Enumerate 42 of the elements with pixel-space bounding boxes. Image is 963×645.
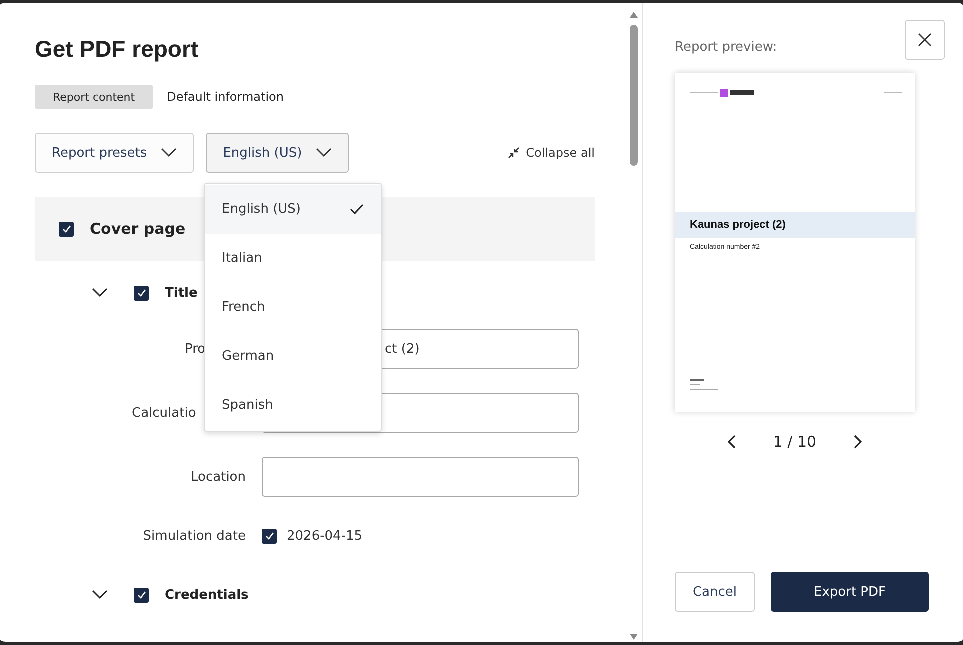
subsection-title: Title (165, 286, 198, 300)
tab[interactable]: Report content (35, 85, 154, 109)
menu-item[interactable]: Italian (205, 234, 381, 283)
input-field[interactable] (262, 457, 579, 497)
check-icon (350, 204, 364, 215)
check-icon (264, 531, 274, 541)
field-label: Location (191, 470, 246, 484)
language-dropdown[interactable]: English (US) (206, 133, 350, 173)
check-icon (136, 590, 146, 600)
checkbox[interactable] (262, 528, 277, 544)
collapse-icon (508, 147, 520, 159)
menu-item[interactable]: French (205, 283, 381, 332)
field-label: Calculatio (132, 406, 196, 420)
checkbox[interactable] (134, 588, 149, 602)
tab[interactable]: Default information (157, 85, 295, 109)
chevron-icon[interactable] (92, 590, 108, 600)
section-title: Cover page (90, 220, 186, 238)
page-title: Kaunas project (2) (690, 219, 786, 231)
chevron-down-icon (316, 148, 332, 158)
date-value: 2026-04-15 (287, 528, 363, 544)
chevron-icon[interactable] (92, 288, 108, 298)
page-counter: 1 / 10 (773, 433, 817, 451)
checkbox[interactable] (59, 222, 74, 236)
menu-item[interactable]: English (US) (205, 185, 381, 234)
cancel-button[interactable]: Cancel (675, 572, 755, 612)
subsection-title: Credentials (165, 588, 249, 602)
next-page-icon[interactable] (852, 435, 863, 449)
check-icon (62, 224, 72, 234)
dialog-title: Get PDF report (35, 36, 200, 63)
close-icon (918, 33, 932, 47)
checkbox[interactable] (134, 286, 149, 300)
check-icon (136, 288, 146, 298)
close-button[interactable] (905, 20, 945, 60)
presets-dropdown[interactable]: Report presets (35, 133, 194, 173)
menu-item[interactable]: Spanish (205, 381, 381, 430)
field-label: Simulation date (143, 528, 246, 544)
previous-page-icon[interactable] (727, 435, 738, 449)
footer-text-drawing (690, 379, 720, 391)
chevron-down-icon (161, 148, 178, 158)
collapse-all-button[interactable]: Collapse all (508, 146, 595, 160)
export-pdf-button[interactable]: Export PDF (771, 572, 929, 612)
preview-label: Report preview: (675, 40, 778, 55)
